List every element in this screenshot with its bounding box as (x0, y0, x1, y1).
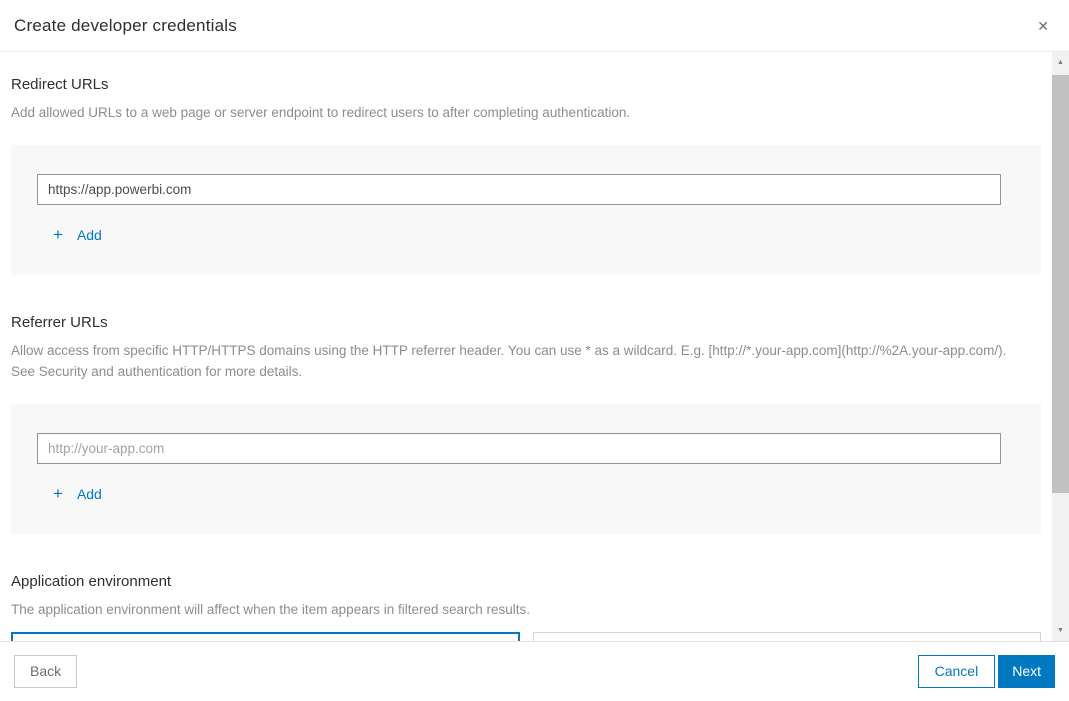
redirect-urls-panel: + Add (11, 145, 1041, 275)
redirect-urls-heading: Redirect URLs (11, 76, 109, 93)
section-application-environment: Application environment The application … (11, 572, 1041, 641)
plus-icon: + (53, 484, 63, 503)
environment-option-multiple[interactable]: Multiple (11, 632, 520, 641)
scrollbar-down-icon[interactable]: ▼ (1052, 622, 1069, 639)
back-button[interactable]: Back (14, 655, 78, 688)
application-environment-heading: Application environment (11, 573, 172, 590)
referrer-add-button[interactable]: + Add (37, 485, 102, 502)
referrer-urls-panel: + Add (11, 404, 1041, 534)
dialog-footer: Back Cancel Next (0, 641, 1069, 701)
add-label: Add (76, 485, 102, 502)
referrer-url-input[interactable] (37, 433, 1001, 464)
application-environment-description: The application environment will affect … (11, 602, 531, 617)
scrollbar-thumb[interactable] (1052, 75, 1069, 493)
redirect-add-button[interactable]: + Add (37, 226, 102, 243)
dialog-header: Create developer credentials ✕ (0, 0, 1069, 52)
environment-options: Multiple Browser (11, 632, 1041, 641)
dialog-title: Create developer credentials (14, 15, 237, 35)
dialog-scroll-area: Redirect URLs Add allowed URLs to a web … (0, 52, 1069, 641)
redirect-urls-description: Add allowed URLs to a web page or server… (11, 105, 631, 120)
referrer-urls-heading: Referrer URLs (11, 314, 108, 331)
create-developer-credentials-dialog: Create developer credentials ✕ Redirect … (0, 0, 1069, 701)
dialog-content: Redirect URLs Add allowed URLs to a web … (0, 52, 1052, 641)
vertical-scrollbar[interactable]: ▲ ▼ (1052, 52, 1069, 641)
section-redirect-urls: Redirect URLs Add allowed URLs to a web … (11, 75, 1041, 275)
scrollbar-up-icon[interactable]: ▲ (1052, 54, 1069, 71)
section-referrer-urls: Referrer URLs Allow access from specific… (11, 313, 1041, 534)
plus-icon: + (53, 225, 63, 244)
next-button[interactable]: Next (998, 655, 1055, 688)
referrer-urls-description: Allow access from specific HTTP/HTTPS do… (11, 343, 1007, 379)
add-label: Add (76, 226, 102, 243)
close-icon[interactable]: ✕ (1031, 14, 1055, 38)
redirect-url-input[interactable] (37, 174, 1001, 205)
footer-actions: Cancel Next (917, 655, 1055, 688)
environment-option-browser[interactable]: Browser (533, 632, 1041, 641)
cancel-button[interactable]: Cancel (917, 655, 996, 688)
